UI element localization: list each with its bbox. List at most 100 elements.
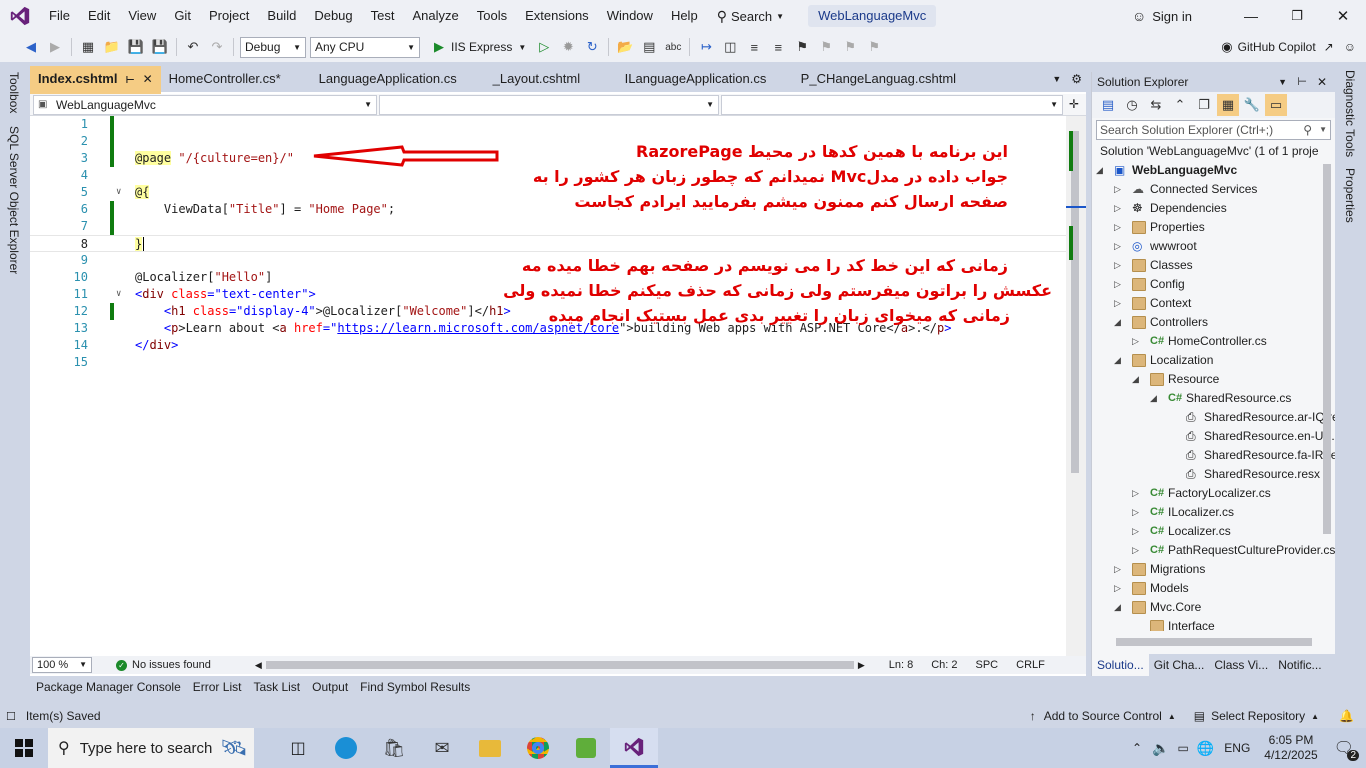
tab-layout[interactable]: _Layout.cshtml: [485, 66, 617, 92]
menu-edit[interactable]: Edit: [79, 0, 119, 32]
select-repository-button[interactable]: Select Repository: [1211, 709, 1305, 723]
caret-expanded-icon[interactable]: ◢: [1114, 313, 1121, 332]
sign-in-link[interactable]: Sign in: [1152, 9, 1192, 24]
tree-item[interactable]: ▷ Classes: [1092, 256, 1322, 275]
caret-collapsed-icon[interactable]: ▷: [1114, 560, 1121, 579]
sql-explorer-tab[interactable]: SQL Server Object Explorer: [7, 126, 21, 274]
undo-icon[interactable]: ↶: [182, 36, 204, 58]
caret-collapsed-icon[interactable]: ▷: [1114, 218, 1121, 237]
solution-search-input[interactable]: Search Solution Explorer (Ctrl+;) ⚲ ▼: [1096, 120, 1331, 140]
tree-item[interactable]: ◢ Mvc.Core: [1092, 598, 1322, 617]
tab-notifications[interactable]: Notific...: [1273, 654, 1326, 676]
tab-task-list[interactable]: Task List: [247, 678, 306, 698]
tree-item[interactable]: ▷ Migrations: [1092, 560, 1322, 579]
tree-item[interactable]: ▷ Context: [1092, 294, 1322, 313]
windows-start-button[interactable]: [0, 728, 48, 768]
scrollbar-thumb[interactable]: [1071, 131, 1079, 473]
code-area[interactable]: 1 2 3 @page "/{culture=en}/" 4 5 ∨ @{ 6 Vie…: [30, 116, 1070, 656]
copilot-button[interactable]: GitHub Copilot: [1238, 40, 1316, 54]
line-ending-indicator[interactable]: CRLF: [1016, 659, 1045, 671]
redo-icon[interactable]: ↷: [206, 36, 228, 58]
chevron-down-icon[interactable]: ▼: [518, 43, 526, 52]
solution-node[interactable]: Solution 'WebLanguageMvc' (1 of 1 proje: [1092, 142, 1335, 161]
refresh-icon[interactable]: ↻: [581, 36, 603, 58]
column-indicator[interactable]: Ch: 2: [931, 659, 957, 671]
caret-collapsed-icon[interactable]: ▷: [1132, 484, 1139, 503]
caret-expanded-icon[interactable]: ◢: [1096, 161, 1103, 180]
task-view-button[interactable]: ◫: [274, 728, 322, 768]
save-all-icon[interactable]: 💾: [149, 36, 171, 58]
run-button[interactable]: IIS Express: [451, 40, 512, 54]
tab-solution-explorer[interactable]: Solutio...: [1092, 654, 1149, 676]
tree-item[interactable]: ◢ Localization: [1092, 351, 1322, 370]
menu-debug[interactable]: Debug: [305, 0, 361, 32]
menu-extensions[interactable]: Extensions: [516, 0, 598, 32]
fold-icon[interactable]: ∨: [116, 286, 121, 303]
bell-icon[interactable]: 🔔: [1339, 709, 1354, 723]
sync-icon[interactable]: ▤: [1097, 94, 1119, 116]
tab-git-changes[interactable]: Git Cha...: [1149, 654, 1210, 676]
tree-item[interactable]: ▷ ◎ wwwroot: [1092, 237, 1322, 256]
close-icon[interactable]: ✕: [1317, 72, 1327, 92]
menu-window[interactable]: Window: [598, 0, 662, 32]
tab-class-view[interactable]: Class Vi...: [1209, 654, 1273, 676]
caret-collapsed-icon[interactable]: ▷: [1114, 579, 1121, 598]
store-app[interactable]: 🛍: [370, 728, 418, 768]
collapse-icon[interactable]: ⌃: [1169, 94, 1191, 116]
fold-icon[interactable]: ∨: [116, 184, 121, 201]
caret-collapsed-icon[interactable]: ▷: [1132, 503, 1139, 522]
tree-item[interactable]: ▷ C# FactoryLocalizer.cs: [1092, 484, 1322, 503]
hot-reload-icon[interactable]: ✹: [557, 36, 579, 58]
menu-file[interactable]: File: [40, 0, 79, 32]
layout-icon[interactable]: ▤: [638, 36, 660, 58]
caret-collapsed-icon[interactable]: ▷: [1114, 275, 1121, 294]
account-icon[interactable]: ☺: [1132, 8, 1146, 24]
tree-item[interactable]: ▷ Properties: [1092, 218, 1322, 237]
scroll-right-icon[interactable]: ▶: [858, 660, 865, 671]
tree-item[interactable]: ▷ C# PathRequestCultureProvider.cs: [1092, 541, 1335, 560]
window-icon[interactable]: ◫: [719, 36, 741, 58]
chevron-down-icon[interactable]: ▼: [1319, 121, 1327, 139]
new-project-icon[interactable]: ▦: [77, 36, 99, 58]
gear-icon[interactable]: ⚙: [1071, 66, 1082, 92]
history-icon[interactable]: ◷: [1121, 94, 1143, 116]
close-button[interactable]: ✕: [1320, 7, 1366, 25]
tree-item[interactable]: ▷ C# Localizer.cs: [1092, 522, 1322, 541]
pin-icon[interactable]: ⊢: [125, 75, 134, 86]
tree-item[interactable]: ▷ C# ILocalizer.cs: [1092, 503, 1322, 522]
tree-item[interactable]: Interface: [1092, 617, 1322, 631]
caret-expanded-icon[interactable]: ◢: [1114, 598, 1121, 617]
chevron-up-icon[interactable]: ▲: [1311, 712, 1319, 721]
scroll-left-icon[interactable]: ◀: [255, 660, 262, 671]
caret-expanded-icon[interactable]: ◢: [1150, 389, 1157, 408]
tree-item[interactable]: ▷ Models: [1092, 579, 1322, 598]
file-explorer-app[interactable]: [466, 728, 514, 768]
step-icon[interactable]: ↦: [695, 36, 717, 58]
tab-homecontroller[interactable]: HomeController.cs*: [161, 66, 311, 92]
tree-item[interactable]: ▷ Config: [1092, 275, 1322, 294]
split-icon[interactable]: ✛: [1069, 94, 1079, 115]
menu-build[interactable]: Build: [258, 0, 305, 32]
speaker-mute-icon[interactable]: 🔈: [1152, 740, 1169, 757]
tool-app[interactable]: [562, 728, 610, 768]
battery-icon[interactable]: ▭: [1178, 741, 1189, 755]
caret-expanded-icon[interactable]: ◢: [1132, 370, 1139, 389]
tab-languageapplication[interactable]: LanguageApplication.cs: [311, 66, 485, 92]
network-icon[interactable]: 🌐: [1197, 740, 1214, 757]
spell-check-icon[interactable]: abc: [662, 36, 684, 58]
switch-view-icon[interactable]: ⇆: [1145, 94, 1167, 116]
issues-status[interactable]: No issues found: [132, 659, 211, 671]
spacing-indicator[interactable]: SPC: [976, 659, 999, 671]
tree-item[interactable]: ◢ Controllers: [1092, 313, 1322, 332]
se-vertical-scrollbar[interactable]: [1323, 164, 1331, 534]
save-icon[interactable]: 💾: [125, 36, 147, 58]
menu-git[interactable]: Git: [165, 0, 200, 32]
minimize-button[interactable]: —: [1228, 8, 1274, 24]
properties-tab[interactable]: Properties: [1343, 168, 1357, 223]
copy-icon[interactable]: ❐: [1193, 94, 1215, 116]
chevron-down-icon[interactable]: ▼: [1278, 72, 1287, 92]
run-icon[interactable]: ▶: [428, 36, 450, 58]
tree-item[interactable]: ◢ C# SharedResource.cs: [1092, 389, 1322, 408]
menu-tools[interactable]: Tools: [468, 0, 516, 32]
feedback-icon[interactable]: ☺: [1344, 40, 1356, 54]
